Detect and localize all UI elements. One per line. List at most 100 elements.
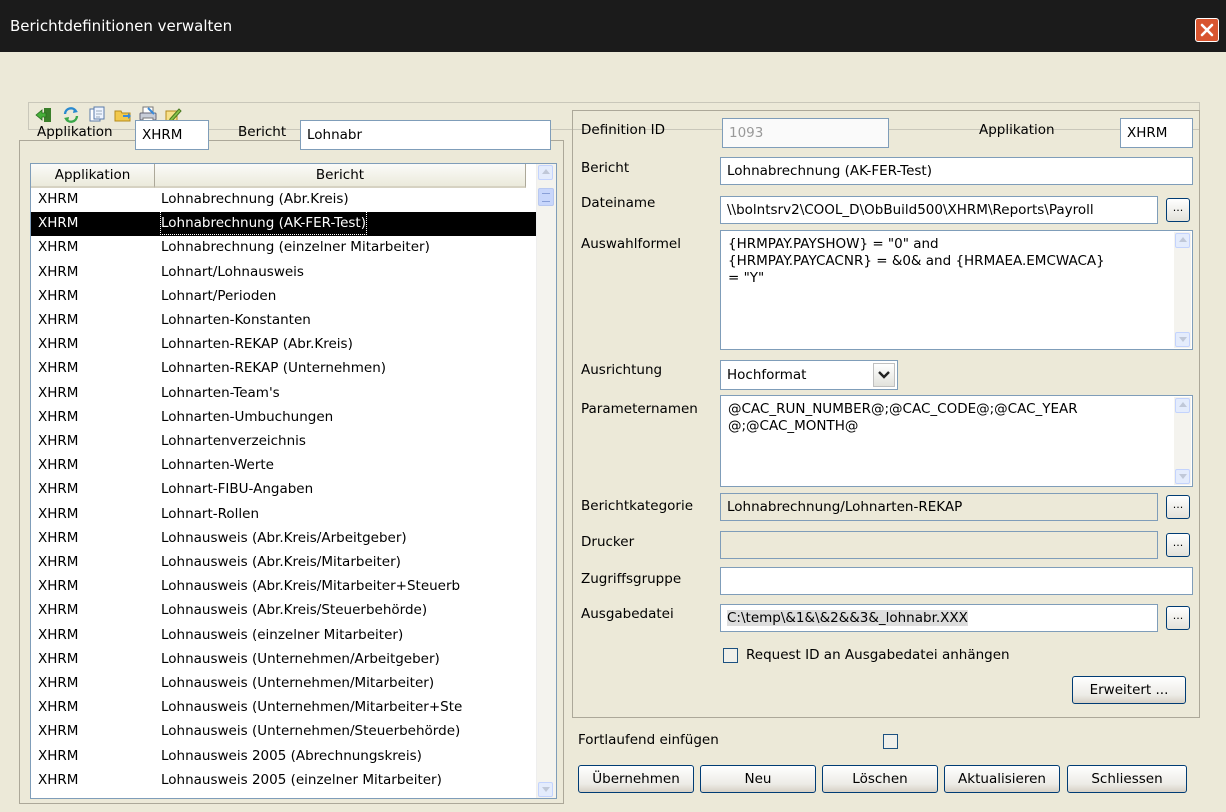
list-item-applikation: XHRM [38,312,79,328]
column-header-bericht[interactable]: Bericht [155,164,526,188]
list-scrollbar[interactable] [536,164,556,798]
list-item[interactable]: XHRM Lohnausweis 2005 (Abrechnungskreis) [31,745,537,769]
fortlaufend-label: Fortlaufend einfügen [578,732,719,748]
ausrichtung-label: Ausrichtung [581,362,663,378]
ausgabedatei-field[interactable]: C:\temp\&1&\&2&&3&_lohnabr.XXX [720,604,1158,632]
exit-icon[interactable] [35,106,53,124]
filter-applikation-input[interactable]: XHRM [135,120,209,150]
parameternamen-scrollbar[interactable] [1174,397,1191,485]
request-id-checkbox[interactable] [723,648,738,663]
scroll-down-button[interactable] [1175,469,1190,484]
loeschen-button[interactable]: Löschen [822,765,938,793]
scroll-up-button[interactable] [538,165,553,180]
scroll-up-button[interactable] [1175,233,1190,248]
list-item[interactable]: XHRM Lohnausweis (Abr.Kreis/Steuerbehörde… [31,599,537,623]
list-item-applikation: XHRM [38,723,79,740]
berichtkategorie-browse-button[interactable]: ... [1166,495,1190,519]
list-item[interactable]: XHRM Lohnausweis (Abr.Kreis/Arbeitgeber) [31,527,537,551]
list-item[interactable]: XHRM Lohnart-Rollen [31,503,537,527]
ausrichtung-value: Hochformat [727,367,807,383]
list-item[interactable]: XHRM Lohnausweis 2005 (einzelner Mitarbei… [31,769,537,793]
list-item[interactable]: XHRM Lohnartenverzeichnis [31,430,537,454]
dropdown-button[interactable] [873,363,895,387]
zugriffsgruppe-field[interactable] [720,567,1193,595]
dateiname-field[interactable]: \\bolntsrv2\COOL_D\ObBuild500\XHRM\Repor… [720,196,1158,224]
copy-icon[interactable] [88,106,106,124]
close-button[interactable] [1195,18,1219,42]
list-item-bericht: Lohnart/Perioden [161,287,277,304]
bericht-field[interactable]: Lohnabrechnung (AK-FER-Test) [720,157,1193,185]
list-item[interactable]: XHRM Lohnarten-REKAP (Abr.Kreis) [31,333,537,357]
list-item-applikation: XHRM [38,457,79,474]
list-item-applikation: XHRM [38,263,79,280]
ausrichtung-select[interactable]: Hochformat [720,360,898,390]
list-item[interactable]: XHRM Lohnabrechnung (Abr.Kreis) [31,188,537,212]
chevron-down-icon [878,371,890,379]
list-item[interactable]: XHRM Lohnarten-REKAP (Unternehmen) [31,357,537,381]
close-icon [1200,23,1214,37]
list-item[interactable]: XHRM Lohnarten-Werte [31,454,537,478]
erweitert-button[interactable]: Erweitert ... [1072,676,1186,704]
filter-bericht-input[interactable]: Lohnabr [300,120,551,150]
list-item-bericht: Lohnabrechnung (AK-FER-Test) [160,211,367,236]
zugriffsgruppe-label: Zugriffsgruppe [581,571,682,587]
list-item-applikation: XHRM [38,771,79,788]
list-item[interactable]: XHRM Lohnart/Perioden [31,285,537,309]
list-item[interactable]: XHRM Lohnart-FIBU-Angaben [31,478,537,502]
schliessen-button[interactable]: Schliessen [1067,765,1187,793]
title-bar: Berichtdefinitionen verwalten [0,0,1226,52]
list-item-applikation: XHRM [38,554,79,570]
list-item[interactable]: XHRM Lohnart/Lohnausweis [31,261,537,285]
parameternamen-textarea[interactable]: @CAC_RUN_NUMBER@;@CAC_CODE@;@CAC_YEAR @;… [720,395,1193,487]
scroll-down-button[interactable] [1175,332,1190,347]
folder-export-icon[interactable] [114,106,132,124]
neu-button[interactable]: Neu [700,765,816,793]
drucker-browse-button[interactable]: ... [1166,533,1190,557]
list-item[interactable]: XHRM Lohnabrechnung (AK-FER-Test) [31,211,537,237]
bericht-label: Bericht [581,160,630,176]
berichtkategorie-label: Berichtkategorie [581,498,694,514]
list-item[interactable]: XHRM Lohnausweis (einzelner Mitarbeiter) [31,624,537,648]
list-item-applikation: XHRM [38,699,79,716]
fortlaufend-checkbox[interactable] [883,734,898,749]
detail-applikation-field[interactable]: XHRM [1120,118,1193,148]
list-item-bericht: Lohnarten-Team's [161,384,280,401]
list-item-bericht: Lohnausweis (Abr.Kreis/Steuerbehörde) [161,602,428,619]
list-item[interactable]: XHRM Lohnarten-Konstanten [31,309,537,333]
list-item-applikation: XHRM [38,505,79,522]
scroll-down-button[interactable] [538,782,553,797]
list-item[interactable]: XHRM Lohnausweis (Unternehmen/Mitarbeiter… [31,672,537,696]
list-item-bericht: Lohnartenverzeichnis [161,433,306,449]
list-item[interactable]: XHRM Lohnarten-Umbuchungen [31,406,537,430]
ausgabedatei-browse-button[interactable]: ... [1166,606,1190,630]
list-item[interactable]: XHRM Lohnabrechnung (einzelner Mitarbeite… [31,236,537,260]
list-item[interactable]: XHRM Lohnausweis (Abr.Kreis/Mitarbeiter) [31,551,537,575]
arrow-up-icon [1179,237,1187,242]
column-header-applikation[interactable]: Applikation [31,164,155,188]
list-item-bericht: Lohnausweis 2005 (Abrechnungskreis) [161,747,422,764]
list-item[interactable]: XHRM Lohnarten-Team's [31,382,537,406]
auswahlformel-scrollbar[interactable] [1174,232,1191,348]
list-item-bericht: Lohnausweis (Abr.Kreis/Arbeitgeber) [161,529,407,546]
scroll-up-button[interactable] [1175,398,1190,413]
list-item-bericht: Lohnausweis (Unternehmen/Mitarbeiter+Ste [161,699,463,716]
filter-applikation-label: Applikation [37,124,113,140]
list-item[interactable]: XHRM Lohnausweis (Abr.Kreis/Mitarbeiter+S… [31,575,537,599]
dateiname-browse-button[interactable]: ... [1166,198,1190,222]
list-item-applikation: XHRM [38,578,79,595]
list-item[interactable]: XHRM Lohnausweis (Unternehmen/Mitarbeiter… [31,696,537,720]
list-item-applikation: XHRM [38,481,79,498]
filter-bericht-label: Bericht [238,124,287,140]
uebernehmen-button[interactable]: Übernehmen [578,765,694,793]
detail-applikation-label: Applikation [979,122,1055,138]
scroll-thumb[interactable] [538,188,554,206]
list-item-applikation: XHRM [38,626,79,643]
auswahlformel-textarea[interactable]: {HRMPAY.PAYSHOW} = "0" and {HRMPAY.PAYCA… [720,230,1193,350]
report-list[interactable]: Applikation Bericht XHRM Lohnabrechnung (… [30,163,557,799]
list-item[interactable]: XHRM Lohnausweis (Unternehmen/Steuerbehör… [31,720,537,744]
list-item-applikation: XHRM [38,360,79,377]
parameternamen-text: @CAC_RUN_NUMBER@;@CAC_CODE@;@CAC_YEAR @;… [728,401,1078,434]
aktualisieren-button[interactable]: Aktualisieren [944,765,1060,793]
list-item[interactable]: XHRM Lohnausweis (Unternehmen/Arbeitgeber… [31,648,537,672]
refresh-icon[interactable] [62,106,80,124]
